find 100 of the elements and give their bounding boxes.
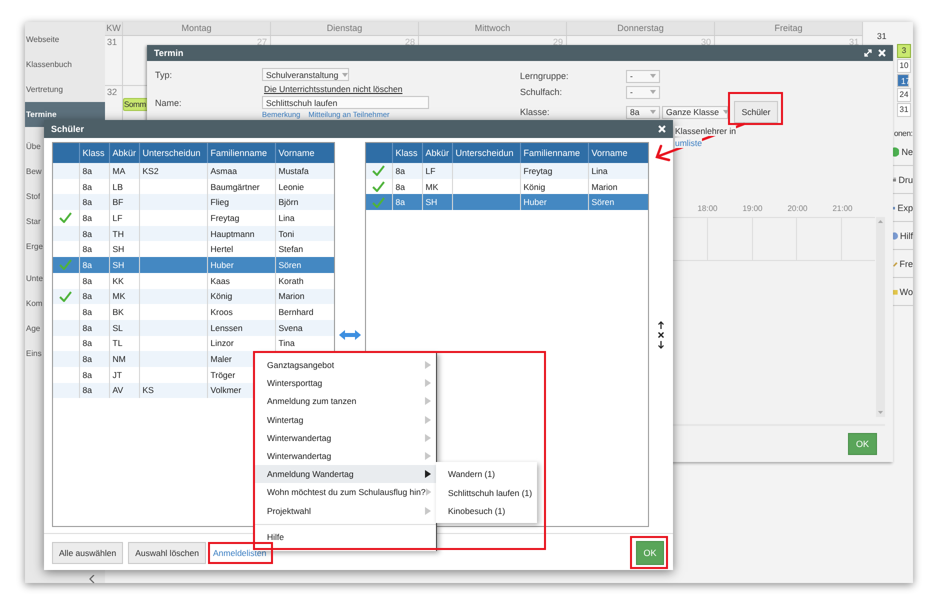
link[interactable]: Die Unterrichtsstunden nicht löschen bbox=[264, 84, 402, 94]
footer-button[interactable]: Auswahl löschen bbox=[128, 542, 206, 564]
table-cell: Huber bbox=[207, 257, 275, 273]
action-link[interactable]: Hilf bbox=[900, 230, 913, 240]
table-cell: 8a bbox=[79, 226, 109, 242]
highlight-frame bbox=[728, 92, 783, 125]
mini-calendar-day[interactable]: 10 bbox=[897, 59, 911, 73]
dropdown[interactable]: 8a bbox=[626, 106, 660, 118]
menu-item[interactable]: Schlittschuh laufen (1) bbox=[436, 483, 537, 502]
sidebar-item[interactable]: Stof bbox=[25, 184, 40, 209]
mini-calendar-day[interactable]: 3 bbox=[897, 44, 911, 58]
action-link[interactable]: Ne bbox=[901, 146, 913, 156]
move-up-icon[interactable] bbox=[658, 320, 664, 328]
sidebar-item[interactable]: Star bbox=[25, 209, 41, 234]
students-button[interactable]: Schüler bbox=[734, 101, 778, 123]
move-down-icon[interactable] bbox=[658, 340, 664, 348]
sidebar-item[interactable]: Erge bbox=[25, 234, 43, 259]
column-header[interactable]: Abkür bbox=[109, 143, 139, 163]
column-header[interactable]: Abkür bbox=[422, 143, 452, 163]
sidebar-item[interactable]: Übe bbox=[25, 134, 41, 159]
time-label: 18:00 bbox=[696, 204, 719, 215]
table-cell: Björn bbox=[275, 194, 334, 210]
table-row[interactable]: 8a MK König Marion bbox=[53, 288, 334, 304]
help-icon bbox=[893, 230, 898, 240]
table-cell: KS2 bbox=[139, 163, 207, 179]
table-row[interactable]: 8a BF Flieg Björn bbox=[53, 194, 334, 210]
transfer-icon[interactable] bbox=[339, 330, 361, 340]
dropdown[interactable]: Ganze Klasse bbox=[662, 106, 728, 118]
submenu-arrow-icon bbox=[425, 452, 431, 460]
table-cell: BF bbox=[109, 194, 139, 210]
expand-icon[interactable] bbox=[864, 49, 872, 57]
table-cell: 8a bbox=[79, 194, 109, 210]
sidebar-item[interactable]: Kom bbox=[25, 291, 42, 316]
table-cell: SH bbox=[109, 257, 139, 273]
sidebar-item[interactable]: Klassenbuch bbox=[25, 52, 105, 77]
column-header[interactable]: Vorname bbox=[275, 143, 334, 163]
table-row[interactable]: 8a MA KS2 Asmaa Mustafa bbox=[53, 163, 334, 179]
highlight-frame bbox=[630, 536, 668, 569]
dropdown[interactable]: Schulveranstaltung bbox=[262, 68, 349, 81]
close-icon[interactable] bbox=[658, 125, 666, 133]
column-header[interactable]: Familienname bbox=[520, 143, 588, 163]
column-header[interactable]: Unterscheidun bbox=[139, 143, 207, 163]
sidebar-item[interactable]: Vertretung bbox=[25, 77, 105, 102]
table-cell: AV bbox=[109, 382, 139, 398]
sidebar-item[interactable]: Eins bbox=[25, 341, 42, 366]
footer-button[interactable]: Alle auswählen bbox=[52, 542, 124, 564]
table-row[interactable]: 8a SH Huber Sören bbox=[53, 257, 334, 273]
day-number: 28 bbox=[404, 36, 416, 48]
table-row[interactable]: 8a SH Huber Sören bbox=[366, 194, 648, 210]
table-cell: Hauptmann bbox=[207, 226, 275, 242]
action-link[interactable]: Dru bbox=[898, 174, 913, 184]
close-icon[interactable] bbox=[878, 49, 886, 57]
panel-heading: onen: bbox=[894, 129, 913, 138]
column-header[interactable]: Familienname bbox=[207, 143, 275, 163]
table-cell: 8a bbox=[79, 382, 109, 398]
day-number: 29 bbox=[552, 36, 564, 48]
table-cell: Mustafa bbox=[275, 163, 334, 179]
table-cell: Svena bbox=[275, 320, 334, 336]
day-number: 31 bbox=[848, 36, 860, 48]
chevron-icon[interactable] bbox=[89, 575, 95, 583]
table-cell: SH bbox=[422, 194, 452, 210]
menu-item[interactable]: Anmeldung Wandertag bbox=[255, 465, 436, 484]
table-cell: SL bbox=[109, 320, 139, 336]
table-cell: TH bbox=[109, 226, 139, 242]
table-row[interactable]: 8a SL Lenssen Svena bbox=[53, 320, 334, 336]
submenu-arrow-icon bbox=[426, 488, 431, 496]
action-link[interactable]: Fre bbox=[900, 258, 913, 268]
table-cell: Asmaa bbox=[207, 163, 275, 179]
lists-link[interactable]: Anmeldelisten bbox=[212, 548, 266, 558]
time-label: 19:00 bbox=[741, 204, 764, 215]
sidebar-item[interactable]: Unte bbox=[25, 266, 43, 291]
table-cell: KS bbox=[139, 382, 207, 398]
sidebar-item[interactable]: Webseite bbox=[25, 27, 105, 52]
link[interactable]: umliste bbox=[675, 138, 702, 148]
menu-item[interactable]: Kinobesuch (1) bbox=[436, 502, 537, 520]
caret-icon bbox=[650, 74, 656, 78]
sidebar-item[interactable]: Bew bbox=[25, 159, 42, 184]
column-header[interactable]: Klass bbox=[79, 143, 109, 163]
action-link[interactable]: Wo bbox=[900, 286, 913, 296]
remove-icon[interactable] bbox=[658, 332, 664, 338]
dropdown[interactable]: - bbox=[626, 86, 660, 98]
table-cell: NM bbox=[109, 351, 139, 367]
mini-calendar-day[interactable]: 24 bbox=[897, 88, 911, 102]
column-header[interactable]: Vorname bbox=[588, 143, 648, 163]
table-row[interactable]: 8a LF Freytag Lina bbox=[366, 163, 648, 179]
sidebar-item[interactable]: Age bbox=[25, 316, 40, 341]
dropdown[interactable]: - bbox=[626, 70, 660, 82]
action-link[interactable]: Exp bbox=[897, 202, 913, 212]
menu-item[interactable]: Wandern (1) bbox=[436, 465, 537, 484]
window-title: Termin bbox=[154, 48, 184, 58]
caret-icon bbox=[722, 110, 729, 114]
table-cell: Tina bbox=[275, 336, 334, 352]
field-label: Name: bbox=[155, 98, 183, 108]
mini-calendar-day[interactable]: 31 bbox=[897, 103, 911, 117]
column-header[interactable]: Unterscheidun bbox=[452, 143, 520, 163]
table-row[interactable]: 8a TH Hauptmann Toni bbox=[53, 226, 334, 242]
week-number: 32 bbox=[106, 86, 118, 98]
column-header[interactable]: Klass bbox=[392, 143, 422, 163]
name-field[interactable]: Schlittschuh laufen bbox=[262, 96, 429, 109]
submenu-arrow-icon bbox=[425, 397, 431, 406]
